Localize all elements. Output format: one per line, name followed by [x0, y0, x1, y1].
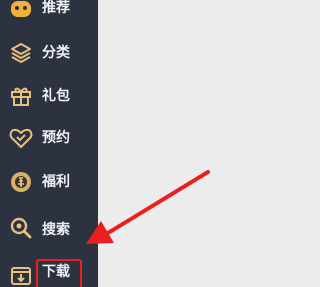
download-icon [8, 262, 34, 287]
welfare-icon [8, 169, 34, 195]
annotation-highlight-box [36, 259, 82, 287]
sidebar-item-label: 分类 [42, 45, 70, 61]
sidebar-item-label: 搜索 [42, 222, 70, 238]
sidebar-item-label: 预约 [42, 130, 70, 146]
sidebar-item-label: 福利 [42, 174, 70, 190]
recommend-icon [8, 0, 34, 23]
reservation-icon [8, 125, 34, 151]
sidebar-item-reservation[interactable]: 预约 [0, 118, 98, 158]
sidebar-nav: 推荐 分类 礼包 预约 福利 搜索 下载 [0, 0, 98, 287]
sidebar-item-recommend[interactable]: 推荐 [0, 0, 98, 30]
main-content-area [98, 0, 246, 287]
sidebar-item-label: 推荐 [42, 0, 70, 16]
category-icon [8, 40, 34, 66]
search-icon [8, 215, 34, 241]
gift-icon [8, 83, 34, 109]
sidebar-item-welfare[interactable]: 福利 [0, 162, 98, 202]
sidebar-item-gift[interactable]: 礼包 [0, 76, 98, 116]
app-window: 推荐 分类 礼包 预约 福利 搜索 下载 [0, 0, 246, 287]
sidebar-item-search[interactable]: 搜索 [0, 208, 98, 248]
sidebar-item-category[interactable]: 分类 [0, 33, 98, 73]
sidebar-item-label: 礼包 [42, 88, 70, 104]
